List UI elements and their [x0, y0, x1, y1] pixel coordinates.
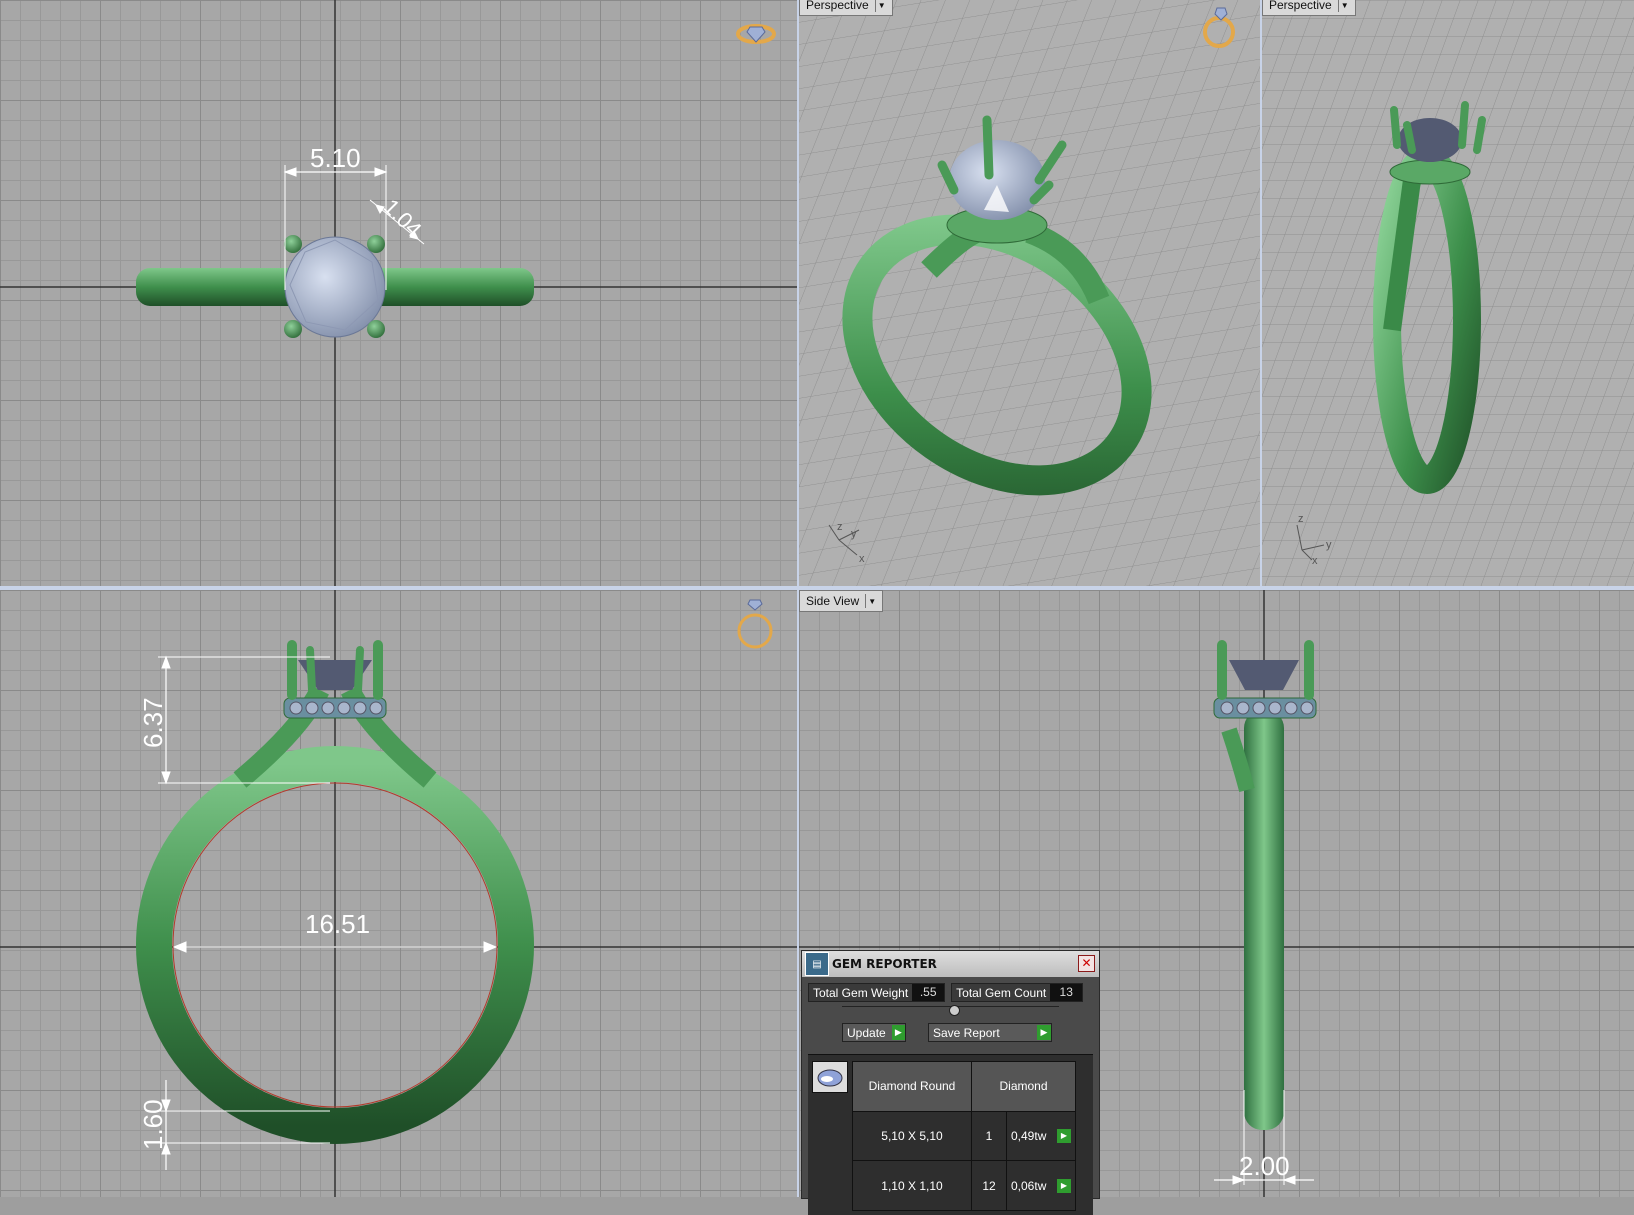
total-gem-count-field: Total Gem Count 13 [951, 983, 1084, 1002]
inner-diameter-label: 16.51 [305, 909, 370, 939]
gem-reporter-titlebar[interactable]: ▤ GEM REPORTER ✕ [802, 951, 1099, 977]
svg-text:y: y [1326, 539, 1332, 551]
top-view-canvas: 5.10 1.04 [0, 0, 797, 586]
svg-text:z: z [1298, 513, 1304, 525]
column-header-shape: Diamond Round [852, 1061, 972, 1112]
slider-handle[interactable] [949, 1005, 960, 1016]
viewport-label-perspective-1[interactable]: Perspective ▼ [799, 0, 893, 16]
band-thickness-label: 1.60 [138, 1099, 168, 1150]
table-row[interactable]: 1,10 X 1,10 12 0,06tw ▶ [852, 1160, 1076, 1211]
chevron-down-icon[interactable]: ▼ [865, 594, 878, 608]
viewport-divider-vertical-2 [1260, 0, 1262, 588]
play-icon[interactable]: ▶ [1057, 1178, 1071, 1193]
column-header-type: Diamond [971, 1061, 1076, 1112]
band-width-label: 2.00 [1239, 1151, 1290, 1181]
ring-side-view [1213, 640, 1317, 1130]
diamond-round-thumbnail[interactable] [812, 1061, 848, 1093]
viewport-perspective-1[interactable]: z y x Perspective ▼ [799, 0, 1260, 586]
play-icon: ▶ [1037, 1025, 1051, 1040]
play-icon: ▶ [891, 1025, 905, 1040]
viewport-perspective-2[interactable]: z y x Perspective ▼ [1262, 0, 1634, 586]
svg-text:z: z [837, 521, 843, 533]
chevron-down-icon[interactable]: ▼ [1337, 0, 1351, 12]
svg-text:x: x [1312, 555, 1318, 567]
viewport-label-perspective-2[interactable]: Perspective ▼ [1262, 0, 1356, 16]
viewport-top[interactable]: 5.10 1.04 [0, 0, 797, 586]
perspective-canvas-1: z y x [799, 0, 1260, 586]
viewport-label-side-view[interactable]: Side View ▼ [799, 590, 884, 612]
total-gem-weight-value: .55 [912, 984, 945, 1001]
gem-reporter-title: GEM REPORTER [832, 957, 937, 971]
setting-height-label: 6.37 [138, 697, 168, 748]
total-gem-count-value: 13 [1050, 984, 1083, 1001]
gem-reporter-panel: ▤ GEM REPORTER ✕ Total Gem Weight .55 To… [801, 950, 1100, 1215]
svg-text:x: x [859, 553, 865, 565]
svg-text:y: y [851, 528, 857, 540]
gem-reporter-slider[interactable] [842, 1005, 1059, 1019]
view-cube-icon[interactable] [737, 599, 773, 649]
chevron-down-icon[interactable]: ▼ [874, 0, 888, 12]
gem-list: Diamond Round Diamond 5,10 X 5,10 1 0,49… [808, 1054, 1093, 1215]
diamond-icon [817, 1069, 843, 1087]
cad-application: 5.10 1.04 z y x Perspective ▼ z y x Pers… [0, 0, 1634, 1215]
ring-top-view [136, 235, 534, 338]
report-icon: ▤ [805, 952, 829, 976]
total-gem-weight-field: Total Gem Weight .55 [808, 983, 946, 1002]
perspective-canvas-2: z y x [1262, 0, 1634, 586]
update-button[interactable]: Update ▶ [842, 1023, 906, 1042]
gem-width-label: 5.10 [310, 143, 361, 173]
viewport-front[interactable]: 6.37 16.51 1.60 [0, 590, 797, 1197]
save-report-button[interactable]: Save Report ▶ [928, 1023, 1052, 1042]
close-icon[interactable]: ✕ [1078, 955, 1095, 972]
view-cube-icon[interactable] [736, 24, 776, 44]
table-row[interactable]: 5,10 X 5,10 1 0,49tw ▶ [852, 1110, 1076, 1162]
play-icon[interactable]: ▶ [1057, 1128, 1071, 1143]
gem-table: Diamond Round Diamond 5,10 X 5,10 1 0,49… [852, 1061, 1076, 1211]
front-view-canvas: 6.37 16.51 1.60 [0, 590, 797, 1197]
